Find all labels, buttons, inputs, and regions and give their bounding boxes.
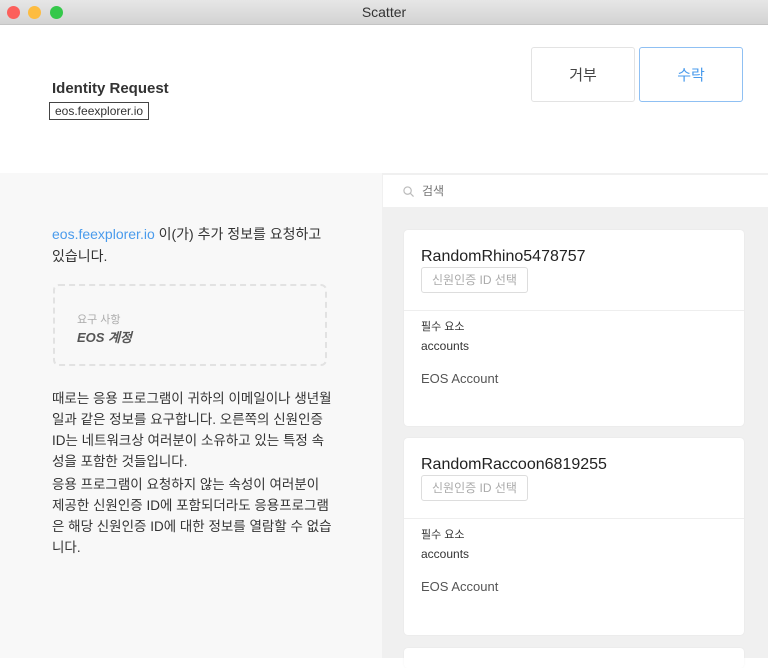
identity-card[interactable] (404, 648, 744, 668)
required-value: accounts (421, 339, 470, 353)
select-identity-button[interactable]: 신원인증 ID 선택 (421, 475, 528, 501)
required-value: accounts (421, 547, 470, 561)
deny-button[interactable]: 거부 (531, 47, 635, 102)
requirements-label: 요구 사항 (77, 314, 121, 326)
divider (404, 518, 744, 519)
minimize-window-button[interactable] (28, 6, 41, 19)
window-title: Scatter (361, 4, 407, 20)
select-identity-button[interactable]: 신원인증 ID 선택 (421, 267, 528, 293)
requirements-value: EOS 계정 (77, 330, 132, 345)
account-label: EOS Account (421, 579, 499, 594)
account-label: EOS Account (421, 371, 499, 386)
required-label: 필수 요소 (421, 321, 465, 333)
description: 때로는 응용 프로그램이 귀하의 이메일이나 생년월일과 같은 정보를 요구합니… (52, 388, 332, 560)
search-bar (383, 175, 768, 207)
origin-badge: eos.feexplorer.io (49, 102, 150, 120)
identity-name: RandomRaccoon6819255 (421, 456, 607, 473)
identity-name: RandomRhino5478757 (421, 248, 586, 265)
search-icon (403, 185, 414, 197)
description-paragraph: 때로는 응용 프로그램이 귀하의 이메일이나 생년월일과 같은 정보를 요구합니… (52, 391, 332, 469)
request-info-panel: eos.feexplorer.io 이(가) 추가 정보를 요청하고 있습니다.… (0, 173, 382, 658)
intro-text: eos.feexplorer.io 이(가) 추가 정보를 요청하고 있습니다. (52, 223, 332, 267)
close-window-button[interactable] (7, 6, 20, 19)
origin-link[interactable]: eos.feexplorer.io (52, 226, 155, 242)
search-input[interactable] (422, 184, 722, 198)
identity-card[interactable]: RandomRaccoon6819255 신원인증 ID 선택 필수 요소 ac… (404, 438, 744, 635)
header: Identity Request eos.feexplorer.io 거부 수락 (0, 25, 768, 173)
identity-card[interactable]: RandomRhino5478757 신원인증 ID 선택 필수 요소 acco… (404, 230, 744, 426)
requirements-box: 요구 사항 EOS 계정 (53, 284, 327, 366)
title-bar: Scatter (0, 0, 768, 25)
required-label: 필수 요소 (421, 529, 465, 541)
maximize-window-button[interactable] (50, 6, 63, 19)
page-title: Identity Request (52, 80, 169, 97)
accept-button[interactable]: 수락 (639, 47, 743, 102)
divider (404, 310, 744, 311)
description-paragraph: 응용 프로그램이 요청하지 않는 속성이 여러분이 제공한 신원인증 ID에 포… (52, 477, 332, 555)
identity-list-panel: RandomRhino5478757 신원인증 ID 선택 필수 요소 acco… (382, 173, 768, 668)
